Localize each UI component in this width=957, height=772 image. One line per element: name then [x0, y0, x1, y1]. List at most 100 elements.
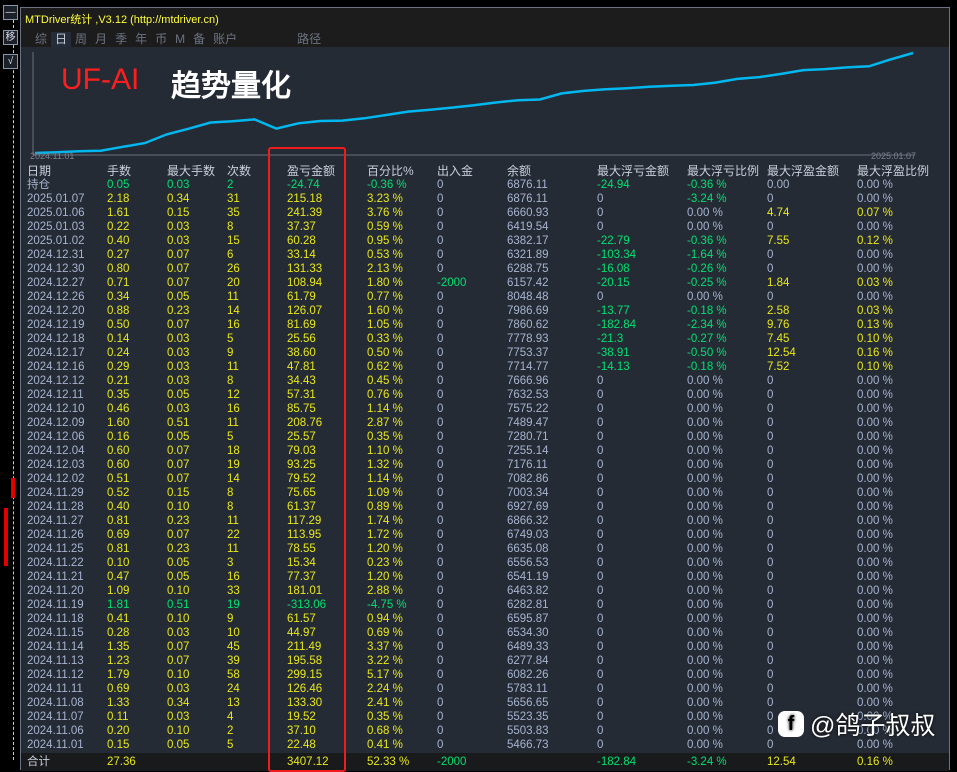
cell-7: 5503.83 [507, 725, 549, 737]
table-row[interactable]: 2025.01.06 1.61 0.15 35 241.39 3.76 % 0 6660.93… [21, 206, 949, 220]
cell-0: 2024.11.14 [27, 641, 84, 653]
table-row[interactable]: 2024.11.15 0.28 0.03 10 44.97 0.69 % 0 6534.30 0… [21, 626, 949, 640]
tab-7[interactable]: M [171, 32, 189, 47]
tab-4[interactable]: 季 [111, 32, 131, 47]
cell-7: 6282.81 [507, 599, 549, 611]
cell-8: 0 [597, 529, 604, 541]
table-row[interactable]: 2024.11.26 0.69 0.07 22 113.95 1.72 % 0 6749.03… [21, 528, 949, 542]
table-row[interactable]: 2024.11.29 0.52 0.15 8 75.65 1.09 % 0 7003.34 0 0… [21, 486, 949, 500]
cell-9: 0.00 % [687, 725, 723, 737]
table-row[interactable]: 2024.12.10 0.46 0.03 16 85.75 1.14 % 0 7575.22 0… [21, 402, 949, 416]
column-header[interactable]: 余额 [507, 164, 531, 178]
cell-0: 2025.01.07 [27, 193, 85, 205]
total-row: 合计 27.36 3407.12 52.33 % -2000 -182.84 -3.24 %… [21, 753, 949, 771]
table-row[interactable]: 2024.11.19 1.81 0.51 19 -313.06 -4.75 % 0 6282.… [21, 598, 949, 612]
cell-5: 1.74 % [367, 515, 403, 527]
cell-0: 2024.12.16 [27, 361, 85, 373]
column-header[interactable]: 盈亏金额 [287, 164, 335, 178]
column-header[interactable]: 次数 [227, 164, 251, 178]
table-row[interactable]: 2024.12.20 0.88 0.23 14 126.07 1.60 % 0 7986.69… [21, 304, 949, 318]
tab-1[interactable]: 日 [51, 32, 72, 47]
cell-7: 6876.11 [507, 193, 548, 205]
tab-8[interactable]: 备 [189, 32, 209, 47]
cell-5: 0.45 % [367, 375, 403, 387]
cell-2: 0.07 [167, 277, 190, 289]
cell-4: 133.30 [287, 697, 323, 709]
cell-4: 57.31 [287, 389, 316, 401]
table-row[interactable]: 2024.12.30 0.80 0.07 26 131.33 2.13 % 0 6288.75… [21, 262, 949, 276]
cell-2: 0.03 [167, 361, 190, 373]
column-header[interactable]: 最大浮盈比例 [857, 164, 929, 178]
table-row[interactable]: 2024.11.11 0.69 0.03 24 126.46 2.24 % 0 5783.11… [21, 682, 949, 696]
table-row[interactable]: 2024.11.12 1.79 0.10 58 299.15 5.17 % 0 6082.26… [21, 668, 949, 682]
table-row[interactable]: 2024.12.03 0.60 0.07 19 93.25 1.32 % 0 7176.11 0… [21, 458, 949, 472]
tab-0[interactable]: 综 [31, 32, 51, 47]
tab-10[interactable]: 路径 [293, 32, 325, 47]
cell-1: 0.71 [107, 277, 130, 289]
cell-3: 11 [227, 515, 239, 527]
table-row[interactable]: 2024.11.18 0.41 0.10 9 61.57 0.94 % 0 6595.87 0 0… [21, 612, 949, 626]
table-row[interactable]: 2024.12.19 0.50 0.07 16 81.69 1.05 % 0 7860.62 -… [21, 318, 949, 332]
tab-3[interactable]: 月 [91, 32, 111, 47]
cell-0: 2024.12.17 [27, 347, 85, 359]
table-row[interactable]: 2024.12.16 0.29 0.03 11 47.81 0.62 % 0 7714.77 -… [21, 360, 949, 374]
cell-4: 78.55 [287, 543, 316, 555]
column-header[interactable]: 日期 [27, 164, 51, 178]
tab-5[interactable]: 年 [131, 32, 151, 47]
move-button[interactable]: 移 [3, 30, 18, 45]
cell-9: 0.00 % [687, 459, 723, 471]
cell-5: 0.53 % [367, 249, 403, 261]
cell-8: 0 [597, 697, 604, 709]
table-row[interactable]: 2024.12.11 0.35 0.05 12 57.31 0.76 % 0 7632.53 0… [21, 388, 949, 402]
cell-10: 1.84 [767, 277, 790, 289]
cell-3: 13 [227, 697, 240, 709]
table-row[interactable]: 2024.12.18 0.14 0.03 5 25.56 0.33 % 0 7778.93 -2… [21, 332, 949, 346]
column-header[interactable]: 百分比% [367, 164, 414, 178]
tab-6[interactable]: 币 [151, 32, 171, 47]
minimize-button[interactable]: — [3, 5, 18, 20]
column-header[interactable]: 手数 [107, 164, 131, 178]
cell-11: 0.00 % [857, 571, 893, 583]
column-header[interactable]: 最大浮亏金额 [597, 164, 669, 178]
table-row[interactable]: 2024.11.25 0.81 0.23 11 78.55 1.20 % 0 6635.08 0… [21, 542, 949, 556]
column-header[interactable]: 最大浮盈金额 [767, 164, 839, 178]
table-row[interactable]: 2025.01.03 0.22 0.03 8 37.37 0.59 % 0 6419.54 0 0… [21, 220, 949, 234]
cell-9: -2.34 % [687, 319, 727, 331]
table-row[interactable]: 2024.11.22 0.10 0.05 3 15.34 0.23 % 0 6556.53 0 0… [21, 556, 949, 570]
column-header[interactable]: 最大手数 [167, 164, 215, 178]
table-row[interactable]: 2025.01.02 0.40 0.03 15 60.28 0.95 % 0 6382.17 -… [21, 234, 949, 248]
table-row[interactable]: 2024.11.27 0.81 0.23 11 117.29 1.74 % 0 6866.32… [21, 514, 949, 528]
table-row[interactable]: 2024.12.04 0.60 0.07 18 79.03 1.10 % 0 7255.14 0… [21, 444, 949, 458]
confirm-button[interactable]: √ [3, 54, 18, 69]
table-row[interactable]: 2024.12.17 0.24 0.03 9 38.60 0.50 % 0 7753.37 -3… [21, 346, 949, 360]
cell-1: 1.33 [107, 697, 130, 709]
table-row[interactable]: 2024.11.28 0.40 0.10 8 61.37 0.89 % 0 6927.69 0 0… [21, 500, 949, 514]
table-row[interactable]: 2024.12.27 0.71 0.07 20 108.94 1.80 % -2000 615… [21, 276, 949, 290]
table-row[interactable]: 2024.12.06 0.16 0.05 5 25.57 0.35 % 0 7280.71 0 0… [21, 430, 949, 444]
column-header[interactable]: 出入金 [437, 164, 473, 178]
table-row[interactable]: 2024.11.14 1.35 0.07 45 211.49 3.37 % 0 6489.33… [21, 640, 949, 654]
table-row[interactable]: 2024.11.21 0.47 0.05 16 77.37 1.20 % 0 6541.19 0… [21, 570, 949, 584]
cell-3: 4 [227, 711, 234, 723]
tab-9[interactable]: 账户 [209, 32, 241, 47]
cell-10: 0 [767, 669, 774, 681]
cell-9: 0.00 % [687, 515, 723, 527]
tab-2[interactable]: 周 [71, 32, 91, 47]
table-row[interactable]: 2024.11.13 1.23 0.07 39 195.58 3.22 % 0 6277.84… [21, 654, 949, 668]
table-row[interactable]: 2025.01.07 2.18 0.34 31 215.18 3.23 % 0 6876.11… [21, 192, 949, 206]
table-row[interactable]: 持仓 0.05 0.03 2 -24.74 -0.36 % 0 6876.11 -24.94 -0… [21, 178, 949, 192]
cell-0: 2025.01.03 [27, 221, 85, 233]
table-row[interactable]: 2024.12.26 0.34 0.05 11 61.79 0.77 % 0 8048.48 0… [21, 290, 949, 304]
table-row[interactable]: 2024.12.09 1.60 0.51 11 208.76 2.87 % 0 7489.47… [21, 416, 949, 430]
balance-curve [34, 51, 914, 155]
cell-7: 6082.26 [507, 669, 549, 681]
cell-6: 0 [437, 305, 444, 317]
chart-start-date: 2024.11.01 [30, 151, 75, 161]
table-row[interactable]: 2024.11.20 1.09 0.10 33 181.01 2.88 % 0 6463.82… [21, 584, 949, 598]
cell-7: 7255.14 [507, 445, 549, 457]
table-row[interactable]: 2024.12.02 0.51 0.07 14 79.52 1.14 % 0 7082.86 0… [21, 472, 949, 486]
table-row[interactable]: 2024.12.12 0.21 0.03 8 34.43 0.45 % 0 7666.96 0 0… [21, 374, 949, 388]
column-header[interactable]: 最大浮亏比例 [687, 164, 759, 178]
table-row[interactable]: 2024.12.31 0.27 0.07 6 33.14 0.53 % 0 6321.89 -1… [21, 248, 949, 262]
cell-7: 7280.71 [507, 431, 549, 443]
